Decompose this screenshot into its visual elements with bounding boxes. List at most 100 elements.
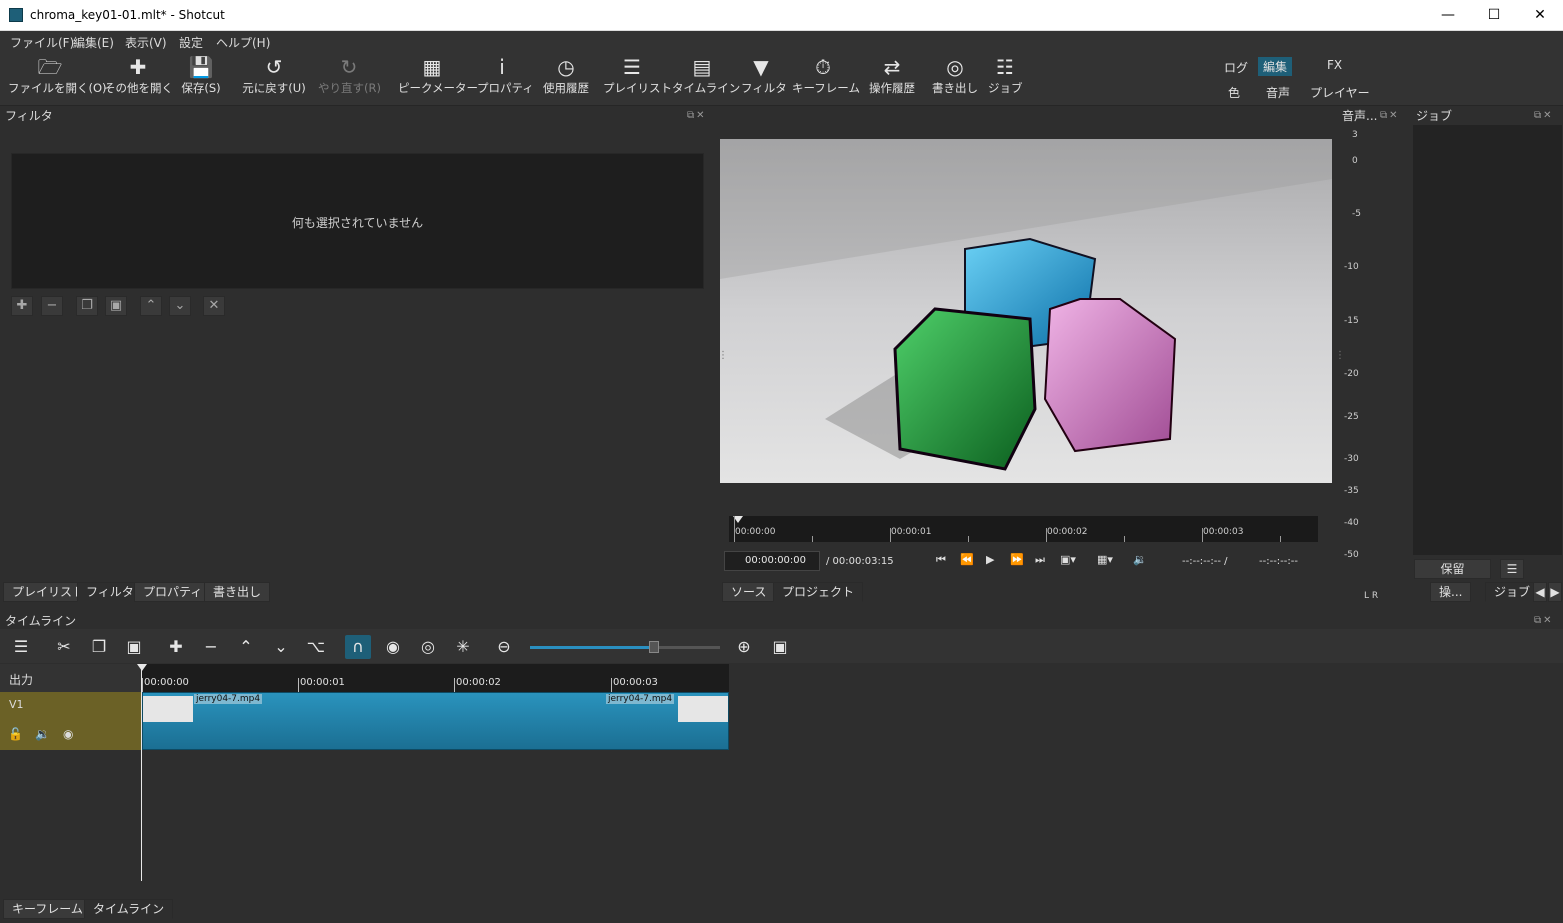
- left-splitter-handle[interactable]: ⋮: [718, 350, 730, 361]
- menu-settings[interactable]: 設定: [179, 34, 203, 51]
- overwrite-icon[interactable]: ⌄: [268, 635, 294, 659]
- remove-icon[interactable]: −: [198, 635, 224, 659]
- recent-button[interactable]: ◷ 使用履歴: [539, 54, 593, 104]
- menu-edit[interactable]: 編集(E): [73, 34, 114, 51]
- track-header-v1[interactable]: V1 🔓 🔉 ◉: [0, 692, 141, 750]
- jobs-menu-icon[interactable]: ☰: [1500, 559, 1524, 579]
- undo-button[interactable]: ↺ 元に戻す(U): [242, 54, 306, 104]
- timeline-playhead-marker[interactable]: [137, 664, 147, 671]
- video-preview[interactable]: [720, 139, 1332, 483]
- layout-color[interactable]: 色: [1228, 84, 1240, 101]
- append-icon[interactable]: ✚: [163, 635, 189, 659]
- paste-filter-button[interactable]: ▣: [105, 296, 127, 316]
- move-filter-up-button[interactable]: ⌃: [140, 296, 162, 316]
- eye-icon[interactable]: ◉: [63, 727, 73, 741]
- close-button[interactable]: ✕: [1517, 0, 1563, 31]
- menu-help[interactable]: ヘルプ(H): [216, 34, 270, 51]
- duration-label: / 00:00:03:15: [826, 556, 894, 567]
- tab-project[interactable]: プロジェクト: [773, 582, 864, 602]
- fast-forward-icon[interactable]: ⏩: [1010, 553, 1024, 566]
- cut-icon[interactable]: ✂: [51, 635, 77, 659]
- copy-filter-button[interactable]: ❐: [76, 296, 98, 316]
- properties-button[interactable]: i プロパティ: [477, 54, 534, 104]
- lock-icon[interactable]: 🔓: [8, 727, 23, 741]
- redo-button[interactable]: ↻ やり直す(R): [318, 54, 381, 104]
- zoom-slider-handle[interactable]: [649, 641, 659, 653]
- volume-icon[interactable]: 🔉: [1133, 553, 1147, 566]
- filters-list[interactable]: 何も選択されていません: [11, 153, 704, 289]
- zoom-fit-icon[interactable]: ▣▾: [1060, 553, 1076, 566]
- copy-icon[interactable]: ❐: [86, 635, 112, 659]
- layout-fx[interactable]: FX: [1327, 58, 1342, 72]
- jobs-panel-controls[interactable]: ⧉✕: [1534, 110, 1554, 121]
- jobs-button[interactable]: ☷ ジョブ: [988, 54, 1023, 104]
- open-other-button[interactable]: ✚ その他を開く: [104, 54, 173, 104]
- grid-icon[interactable]: ▦▾: [1097, 553, 1113, 566]
- menu-file[interactable]: ファイル(F): [10, 34, 74, 51]
- keyframes-button[interactable]: ⏱ キーフレーム: [792, 54, 860, 104]
- player-scrubber[interactable]: 00:00:00 00:00:01 00:00:02 00:00:03: [729, 516, 1318, 542]
- zoom-fit-timeline-icon[interactable]: ▣: [767, 635, 793, 659]
- tab-source[interactable]: ソース: [722, 582, 776, 602]
- peak-meter-button[interactable]: ▦ ピークメーター: [398, 54, 478, 104]
- minimize-button[interactable]: —: [1425, 0, 1471, 31]
- zoom-out-icon[interactable]: ⊖: [491, 635, 517, 659]
- save-button[interactable]: 💾 保存(S): [178, 54, 224, 104]
- history-button[interactable]: ⇄ 操作履歴: [866, 54, 918, 104]
- layout-logging[interactable]: ログ: [1224, 59, 1248, 76]
- timecode-spinbox[interactable]: 00:00:00:00: [724, 551, 820, 571]
- menu-view[interactable]: 表示(V): [125, 34, 167, 51]
- timeline-playhead[interactable]: [141, 664, 142, 881]
- zoom-slider[interactable]: [530, 646, 720, 649]
- snap-magnet-icon[interactable]: ∩: [345, 635, 371, 659]
- tab-export[interactable]: 書き出し: [204, 582, 271, 602]
- layout-editing[interactable]: 編集: [1258, 57, 1293, 76]
- deselect-filter-button[interactable]: ✕: [203, 296, 225, 316]
- meter-scale-label: -50: [1344, 550, 1359, 560]
- jobs-panel-title: ジョブ: [1416, 109, 1453, 123]
- add-filter-button[interactable]: ✚: [11, 296, 33, 316]
- remove-filter-button[interactable]: −: [41, 296, 63, 316]
- tab-history-short[interactable]: 操...: [1430, 582, 1472, 602]
- tab-scroll-right-icon[interactable]: ▶: [1548, 582, 1562, 602]
- ripple-all-icon[interactable]: ✳: [450, 635, 476, 659]
- filters-panel-controls[interactable]: ⧉✕: [687, 110, 707, 121]
- mute-icon[interactable]: 🔉: [35, 727, 50, 741]
- timeline-clip[interactable]: jerry04-7.mp4 jerry04-7.mp4: [142, 692, 729, 750]
- layout-player[interactable]: プレイヤー: [1310, 84, 1370, 101]
- open-file-button[interactable]: 🗁 ファイルを開く(O): [8, 54, 107, 104]
- timeline-button[interactable]: ▤ タイムライン: [672, 54, 740, 104]
- clock-icon: ◷: [557, 55, 575, 79]
- export-button[interactable]: ◎ 書き出し: [931, 54, 979, 104]
- timeline-panel-controls[interactable]: ⧉✕: [1534, 615, 1554, 626]
- skip-previous-icon[interactable]: ⏮: [936, 553, 946, 567]
- lift-icon[interactable]: ⌃: [233, 635, 259, 659]
- tab-timeline[interactable]: タイムライン: [84, 899, 174, 919]
- filters-button[interactable]: ▼ フィルタ: [741, 54, 787, 104]
- audio-meter-title: 音声...: [1342, 109, 1378, 123]
- pause-jobs-button[interactable]: 保留: [1414, 559, 1491, 579]
- timeline-ruler[interactable]: 00:00:00 00:00:01 00:00:02 00:00:03: [141, 664, 729, 692]
- paste-icon[interactable]: ▣: [121, 635, 147, 659]
- ripple-icon[interactable]: ◎: [415, 635, 441, 659]
- audio-meter-controls[interactable]: ⧉✕: [1380, 110, 1400, 121]
- tab-jobs[interactable]: ジョブ: [1485, 582, 1540, 602]
- tab-filters[interactable]: フィルタ: [77, 582, 143, 602]
- scrub-icon[interactable]: ◉: [380, 635, 406, 659]
- tab-keyframes[interactable]: キーフレーム: [3, 899, 92, 919]
- split-icon[interactable]: ⌥: [303, 635, 329, 659]
- skip-next-icon[interactable]: ⏭: [1035, 553, 1045, 567]
- right-splitter-handle[interactable]: ⋮: [1335, 350, 1347, 361]
- zoom-in-icon[interactable]: ⊕: [731, 635, 757, 659]
- tab-properties[interactable]: プロパティ: [134, 582, 212, 602]
- playlist-button[interactable]: ☰ プレイリスト: [603, 54, 672, 104]
- rewind-icon[interactable]: ⏪: [960, 553, 974, 566]
- move-filter-down-button[interactable]: ⌄: [169, 296, 191, 316]
- play-icon[interactable]: ▶: [986, 553, 994, 566]
- jobs-list[interactable]: [1413, 125, 1562, 555]
- main-toolbar: 🗁 ファイルを開く(O) ✚ その他を開く 💾 保存(S) ↺ 元に戻す(U) ↻ やり直…: [0, 51, 1563, 106]
- layout-audio[interactable]: 音声: [1266, 84, 1290, 101]
- maximize-button[interactable]: ☐: [1471, 0, 1517, 31]
- timeline-menu-icon[interactable]: ☰: [8, 635, 34, 659]
- tab-scroll-left-icon[interactable]: ◀: [1533, 582, 1547, 602]
